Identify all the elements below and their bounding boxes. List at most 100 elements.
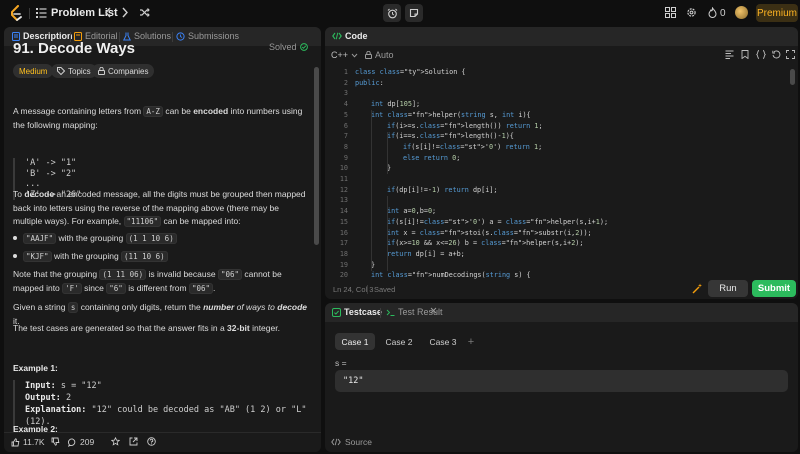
code-line: int dp[105]; bbox=[371, 100, 421, 109]
code-editor[interactable]: 1 class class="ty">Solution { 2 public: 3 4 in… bbox=[325, 65, 798, 281]
code-line: if(i>=s.class="fn">length()) return 1; bbox=[387, 121, 543, 130]
line-number: 13 bbox=[339, 196, 348, 205]
intro-paragraph: A message containing letters from A-Z ca… bbox=[13, 106, 303, 130]
line-number: 16 bbox=[339, 228, 348, 237]
code-line: if(x>=10 && x<=26) b = class="fn">helper… bbox=[387, 239, 584, 248]
tab-submissions[interactable]: Submissions bbox=[176, 31, 239, 41]
divider bbox=[29, 8, 30, 19]
case-tab-1[interactable]: Case 1 bbox=[335, 333, 375, 350]
indent-guide bbox=[387, 131, 388, 175]
companies-chip[interactable]: Companies bbox=[92, 64, 155, 78]
divider bbox=[380, 308, 381, 318]
tab-testcase[interactable]: Testcase bbox=[332, 307, 382, 317]
example-1-block: Input: s = "12" Output: 2 Explanation: "… bbox=[13, 380, 309, 428]
curly-braces-icon[interactable] bbox=[756, 50, 766, 59]
share-icon[interactable] bbox=[129, 437, 138, 446]
case-tab-2[interactable]: Case 2 bbox=[379, 333, 419, 350]
leetcode-logo-icon[interactable] bbox=[9, 5, 23, 21]
prev-problem-icon[interactable] bbox=[104, 7, 112, 18]
like-button[interactable]: 11.7K bbox=[11, 437, 45, 447]
code-tab-bar: Code bbox=[325, 27, 798, 46]
difficulty-badge[interactable]: Medium bbox=[13, 64, 54, 78]
language-select[interactable]: C++ bbox=[331, 50, 358, 60]
indent-guide bbox=[387, 195, 388, 271]
line-number: 1 bbox=[343, 68, 348, 76]
dislike-button[interactable] bbox=[51, 437, 60, 446]
line-number: 4 bbox=[343, 100, 348, 109]
line-number: 3 bbox=[343, 89, 348, 98]
code-panel: Code C++ Auto 1 class class="ty">Solution… bbox=[325, 27, 798, 299]
line-number: 2 bbox=[343, 78, 348, 87]
thumbs-up-icon bbox=[11, 437, 20, 446]
close-tab-icon[interactable] bbox=[430, 307, 437, 314]
description-scrollbar[interactable] bbox=[314, 67, 319, 245]
run-button[interactable]: Run bbox=[708, 280, 748, 297]
top-navbar: Problem List 0 Premium bbox=[0, 0, 800, 26]
indent-guide bbox=[371, 110, 372, 271]
line-number: 10 bbox=[339, 164, 348, 173]
code-line: if(s[i]!=class="st">'0') a = class="fn">… bbox=[387, 217, 609, 226]
chevron-down-icon bbox=[351, 53, 358, 58]
line-number: 18 bbox=[339, 249, 348, 258]
problem-list-icon[interactable] bbox=[36, 8, 47, 18]
testcase-check-icon bbox=[332, 307, 341, 317]
code-line: if(dp[i]!=-1) return dp[i]; bbox=[387, 185, 498, 194]
streak-fire-icon[interactable] bbox=[708, 7, 717, 18]
problem-title: 91. Decode Ways bbox=[13, 40, 135, 57]
topics-chip[interactable]: Topics bbox=[51, 64, 97, 78]
code-line: if(i==s.class="fn">length()-1){ bbox=[387, 132, 514, 141]
bookmark-icon[interactable] bbox=[741, 50, 749, 59]
favorite-star-icon[interactable] bbox=[111, 437, 120, 446]
lock-icon bbox=[365, 51, 372, 59]
layout-grid-icon[interactable] bbox=[665, 7, 676, 18]
constraint-paragraph: The test cases are generated so that the… bbox=[13, 323, 280, 333]
source-button[interactable]: Source bbox=[331, 437, 372, 447]
add-case-button[interactable]: + bbox=[464, 333, 478, 350]
submit-button[interactable]: Submit bbox=[752, 280, 796, 297]
code-line: class class="ty">Solution { bbox=[355, 68, 466, 76]
reset-code-icon[interactable] bbox=[772, 50, 781, 59]
line-number: 9 bbox=[343, 153, 348, 162]
variable-label: s = bbox=[335, 358, 347, 368]
line-number: 5 bbox=[343, 110, 348, 119]
line-number: 19 bbox=[339, 260, 348, 269]
example-1-title: Example 1: bbox=[13, 363, 58, 373]
tab-code[interactable]: Code bbox=[332, 31, 368, 41]
format-code-icon[interactable] bbox=[725, 50, 734, 59]
line-number: 11 bbox=[339, 175, 348, 183]
notes-button[interactable] bbox=[405, 4, 423, 22]
magic-wand-icon[interactable] bbox=[692, 283, 703, 294]
streak-count: 0 bbox=[720, 8, 726, 19]
code-line: int a=0,b=0; bbox=[387, 207, 437, 216]
line-number: 14 bbox=[339, 207, 348, 216]
tag-icon bbox=[57, 67, 65, 75]
testcase-panel: Testcase Test Result Case 1 Case 2 Case … bbox=[325, 303, 798, 452]
testcase-input[interactable]: "12" bbox=[335, 370, 788, 392]
solved-status: Solved bbox=[269, 42, 308, 52]
line-number: 8 bbox=[343, 142, 348, 151]
lock-icon bbox=[98, 67, 105, 75]
settings-gear-icon[interactable] bbox=[686, 7, 697, 18]
code-line: if(s[i]!=class="st">'0') return 1; bbox=[403, 142, 543, 151]
line-number: 17 bbox=[339, 239, 348, 248]
list-item: "AAJF" with the grouping (1 1 10 6) bbox=[13, 233, 177, 244]
testcase-tab-bar: Testcase Test Result bbox=[325, 303, 798, 322]
comments-button[interactable]: 209 bbox=[68, 437, 94, 447]
line-number: 7 bbox=[343, 132, 348, 141]
fullscreen-icon[interactable] bbox=[786, 50, 795, 59]
auto-mode-toggle[interactable]: Auto bbox=[365, 50, 394, 60]
line-number: 15 bbox=[339, 217, 348, 226]
editor-scrollbar[interactable] bbox=[790, 69, 795, 85]
user-avatar[interactable] bbox=[735, 6, 748, 19]
submissions-history-icon bbox=[176, 31, 185, 41]
case-tab-3[interactable]: Case 3 bbox=[423, 333, 463, 350]
timer-button[interactable] bbox=[383, 4, 401, 22]
list-item: "KJF" with the grouping (11 10 6) bbox=[13, 251, 168, 262]
shuffle-icon[interactable] bbox=[139, 7, 150, 18]
help-icon[interactable] bbox=[147, 437, 156, 446]
code-line: public: bbox=[355, 78, 384, 87]
next-problem-icon[interactable] bbox=[121, 7, 129, 18]
premium-button[interactable]: Premium bbox=[756, 4, 798, 22]
line-number: 6 bbox=[343, 121, 348, 130]
code-brackets-icon bbox=[332, 32, 342, 40]
